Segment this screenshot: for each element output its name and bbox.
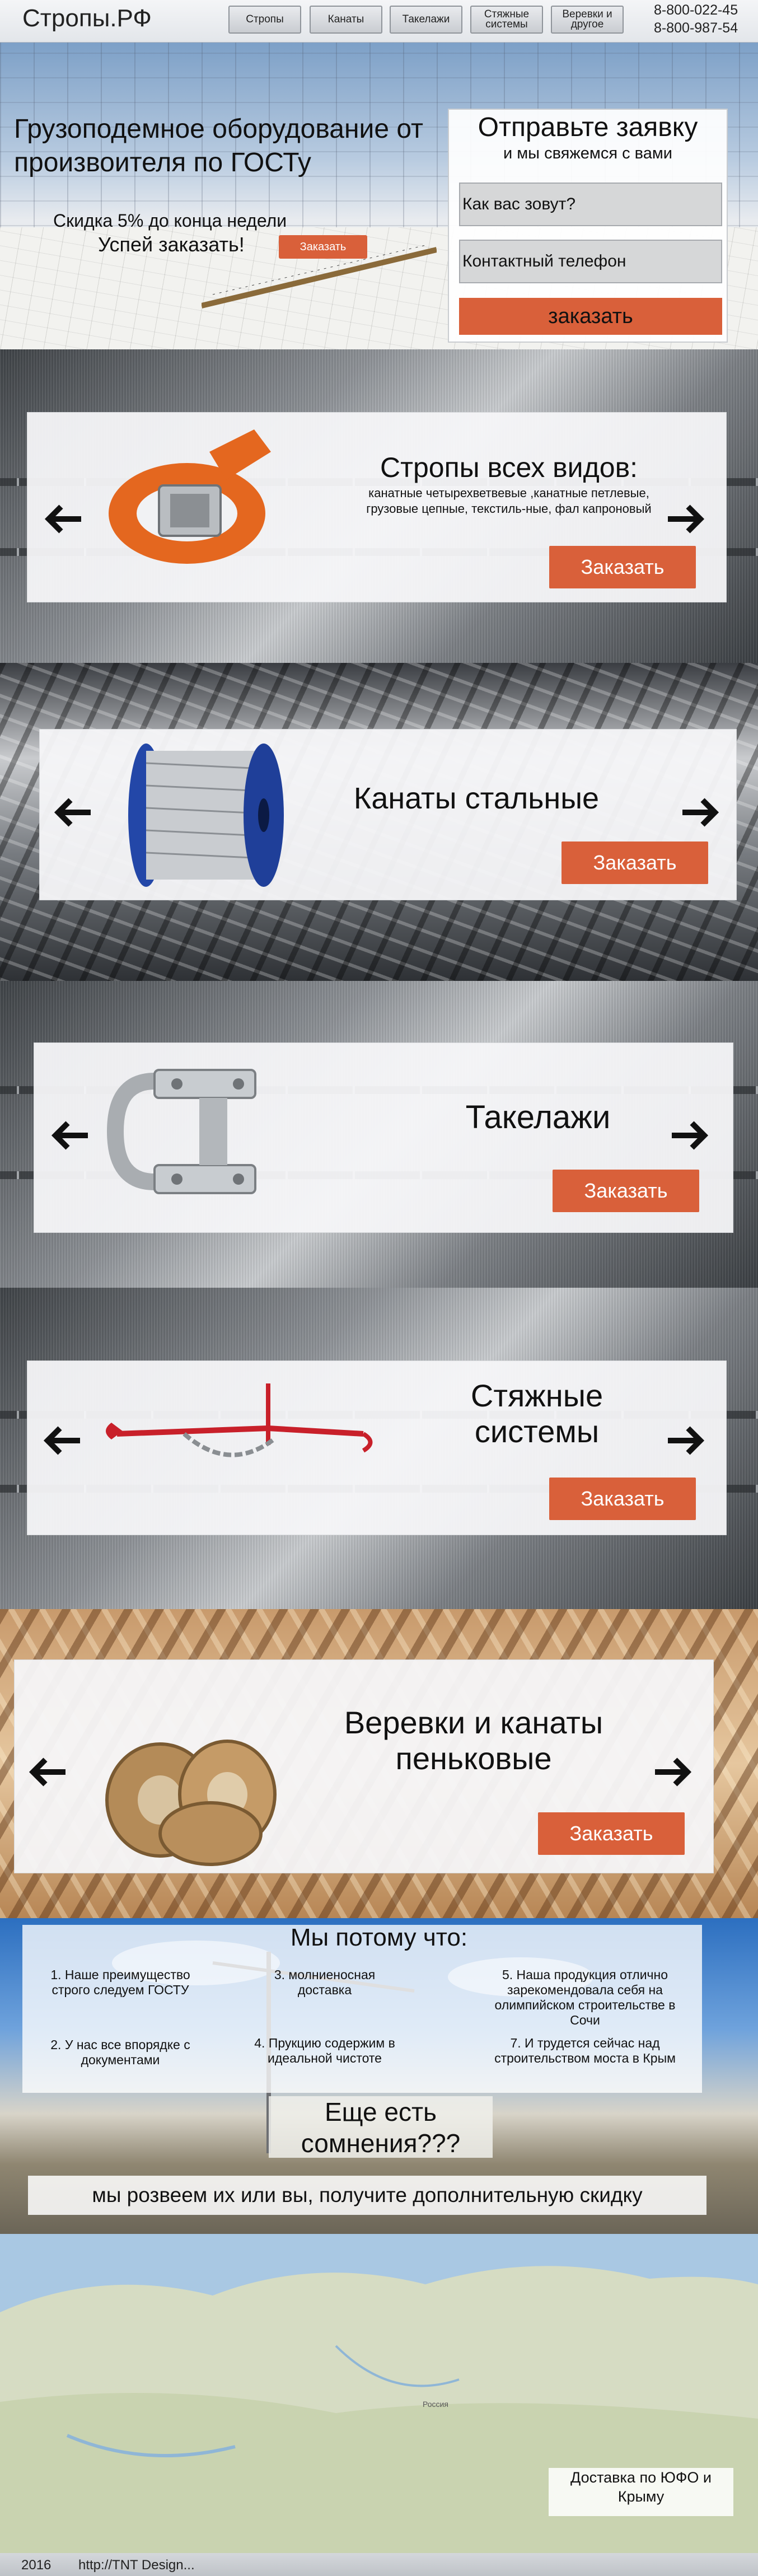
product-description: канатные четырехветвевые ,канатные петле… <box>366 486 652 516</box>
nav-item-rigging[interactable]: Такелажи <box>390 6 462 34</box>
arrow-right-icon[interactable] <box>653 1755 692 1789</box>
order-button[interactable]: Заказать <box>538 1812 685 1855</box>
product-card: Такелажи Заказать <box>34 1042 733 1233</box>
steel-cable-spool-image <box>128 744 284 887</box>
promise-banner: мы розвеем их или вы, получите дополните… <box>28 2176 706 2215</box>
arrow-left-icon[interactable] <box>54 796 93 829</box>
product-title: Стропы всех видов: <box>380 452 638 483</box>
map-country-label: Россия <box>423 2400 448 2409</box>
nav-item-slings[interactable]: Стропы <box>228 6 301 34</box>
advantage-item: 4. Прукцию содержим в идеальной чистоте <box>254 2036 395 2065</box>
footer-year: 2016 <box>21 2558 52 2573</box>
advantages-section: Мы потому что: 1. Наше преимущество стро… <box>0 1918 758 2234</box>
wire-rope-clip-image <box>106 1069 256 1194</box>
product-card: Стропы всех видов: канатные четырехветве… <box>27 412 727 602</box>
advantage-item: 1. Наше преимущество строго следуем ГОСТ… <box>50 1967 190 1997</box>
orange-strap-image <box>109 429 271 564</box>
product-card: Канаты стальные Заказать <box>39 729 737 900</box>
product-title: Веревки и канаты пеньковые <box>344 1705 603 1776</box>
product-section-slings: Стропы всех видов: канатные четырехветве… <box>0 349 758 663</box>
form-subtitle: и мы свяжемся с вами <box>503 144 672 162</box>
hero-title: Грузоподемное оборудование от произвоите… <box>14 114 423 177</box>
arrow-left-icon[interactable] <box>29 1755 68 1789</box>
product-title: Стяжные системы <box>470 1378 603 1450</box>
phone-number-1[interactable]: 8-800-022-45 <box>654 2 738 18</box>
site-header: Стропы.РФ Стропы Канаты Такелажи Стяжные… <box>0 0 758 43</box>
product-card: Стяжные системы Заказать <box>27 1361 727 1535</box>
arrow-left-icon[interactable] <box>51 1119 90 1152</box>
order-button[interactable]: Заказать <box>549 546 696 588</box>
advantage-item: 7. И трудется сейчас над строительством … <box>494 2036 676 2065</box>
product-title: Такелажи <box>465 1099 611 1135</box>
doubt-heading: Еще есть сомнения??? <box>269 2096 493 2158</box>
arrow-right-icon[interactable] <box>666 502 705 536</box>
hero-order-button[interactable]: Заказать <box>279 235 367 259</box>
site-footer: 2016 http://TNT Design... <box>0 2553 758 2576</box>
product-title: Канаты стальные <box>353 782 600 815</box>
order-button[interactable]: Заказать <box>553 1170 699 1212</box>
advantage-item: 2. У нас все впорядке с документами <box>50 2037 190 2067</box>
arrow-left-icon[interactable] <box>44 502 83 536</box>
hero-hurry-text: Успей заказать! <box>98 233 245 256</box>
product-card: Веревки и канаты пеньковые Заказать <box>14 1659 714 1873</box>
order-button[interactable]: Заказать <box>562 841 708 884</box>
nav-item-ropes[interactable]: Канаты <box>310 6 382 34</box>
hero-discount-text: Скидка 5% до конца недели <box>53 211 287 231</box>
phone-input[interactable] <box>459 240 722 283</box>
chain-binder-image <box>106 1383 373 1457</box>
phone-number-2[interactable]: 8-800-987-54 <box>654 20 738 36</box>
advantages-title: Мы потому что: <box>290 1924 468 1951</box>
delivery-map[interactable]: Россия Доставка по ЮФО и Крыму <box>0 2234 758 2553</box>
form-submit-button[interactable]: заказать <box>459 298 722 335</box>
nav-item-cords-other[interactable]: Веревки и другое <box>551 6 624 34</box>
product-section-steel-cables: Канаты стальные Заказать <box>0 663 758 981</box>
arrow-left-icon[interactable] <box>43 1424 82 1457</box>
hero-section: Грузоподемное оборудование от произвоите… <box>0 43 758 349</box>
delivery-area-note: Доставка по ЮФО и Крыму <box>549 2468 733 2516</box>
arrow-right-icon[interactable] <box>670 1119 709 1152</box>
product-section-tie-down-systems: Стяжные системы Заказать <box>0 1288 758 1609</box>
hemp-rope-coils-image <box>105 1740 277 1866</box>
request-form: Отправьте заявку и мы свяжемся с вами за… <box>448 109 728 343</box>
form-title: Отправьте заявку <box>478 113 698 142</box>
advantage-item: 3. молниеносная доставка <box>274 1967 376 1997</box>
product-section-hemp-ropes: Веревки и канаты пеньковые Заказать <box>0 1609 758 1918</box>
site-logo[interactable]: Стропы.РФ <box>22 4 152 32</box>
footer-credit-link[interactable]: http://TNT Design... <box>78 2558 195 2573</box>
arrow-right-icon[interactable] <box>680 796 719 829</box>
nav-item-tie-down-systems[interactable]: Стяжные системы <box>470 6 543 34</box>
product-section-rigging: Такелажи Заказать <box>0 981 758 1288</box>
order-button[interactable]: Заказать <box>549 1478 696 1520</box>
advantage-item: 5. Наша продукция отлично зарекомендовал… <box>494 1967 676 2027</box>
name-input[interactable] <box>459 183 722 226</box>
arrow-right-icon[interactable] <box>666 1424 705 1457</box>
